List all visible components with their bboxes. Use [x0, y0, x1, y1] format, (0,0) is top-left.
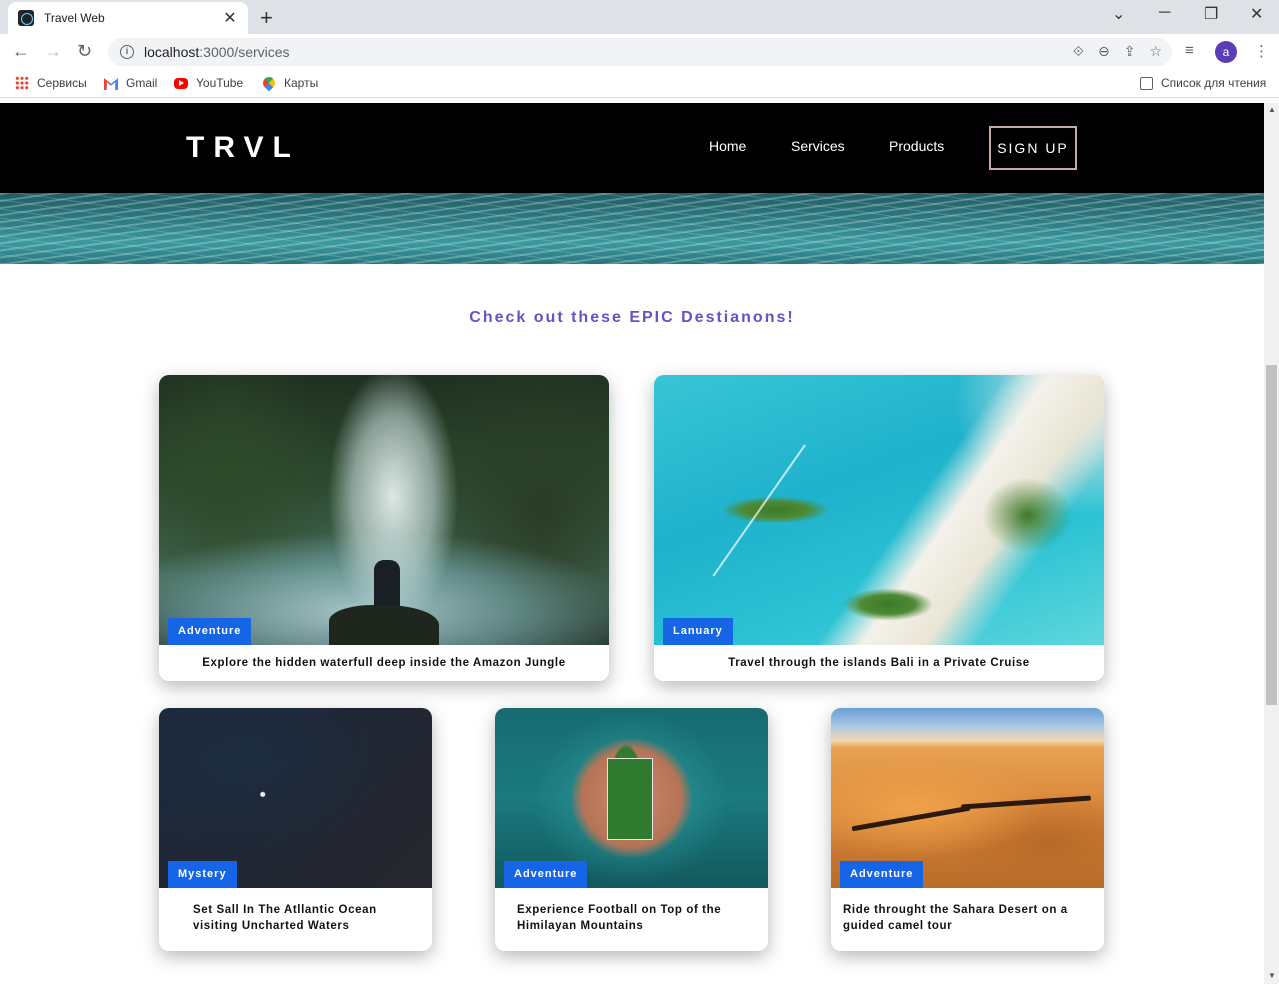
back-icon[interactable]: ← [12, 41, 30, 62]
close-icon[interactable]: ✕ [222, 8, 238, 28]
camel-caravan [851, 805, 971, 832]
rock-outcrop [329, 605, 439, 645]
card-description: Explore the hidden waterfull deep inside… [202, 657, 566, 669]
menu-icon[interactable]: ⋮ [1254, 42, 1269, 60]
card-description: Experience Football on Top of the Himila… [517, 904, 722, 932]
boat-wake [712, 444, 806, 577]
gmail-icon [104, 78, 118, 90]
page-scrollbar[interactable]: ▲ ▼ [1264, 103, 1279, 984]
info-icon[interactable]: i [120, 45, 134, 59]
card-category-tag: Lanuary [663, 618, 733, 645]
card-amazon-waterfall[interactable]: Adventure Explore the hidden waterfull d… [159, 375, 609, 681]
card-description: Ride throught the Sahara Desert on a gui… [843, 904, 1068, 932]
maps-icon [260, 74, 278, 92]
reading-list[interactable]: Список для чтения [1140, 76, 1266, 90]
nav-link-services[interactable]: Services [791, 138, 845, 154]
browser-tabbar: Travel Web ✕ + ⌄ ─ ❐ ✕ [0, 0, 1279, 34]
tab-search-icon[interactable]: ⌄ [1112, 4, 1125, 24]
bookmark-label: YouTube [196, 76, 244, 90]
site-logo[interactable]: TRVL [186, 131, 300, 165]
card-bali-islands[interactable]: Lanuary Travel through the islands Bali … [654, 375, 1104, 681]
card-category-tag: Mystery [168, 861, 237, 888]
section-heading: Check out these EPIC Destianons! [469, 309, 795, 326]
waterfall-image [159, 375, 609, 645]
star-icon[interactable]: ☆ [1149, 43, 1162, 60]
browser-toolbar: ← → ↻ i localhost:3000/services ⟐ ⊖ ⇪ ☆ … [0, 34, 1279, 70]
url-host: localhost [144, 44, 200, 60]
card-category-tag: Adventure [504, 861, 588, 888]
avatar[interactable]: a [1215, 41, 1237, 63]
hero-ocean-image [0, 193, 1264, 264]
zoom-icon[interactable]: ⊖ [1098, 43, 1110, 60]
minimize-icon[interactable]: ─ [1159, 4, 1170, 22]
share-icon[interactable]: ⇪ [1124, 43, 1136, 60]
bookmark-apps[interactable]: Сервисы [15, 76, 87, 90]
address-bar[interactable]: i localhost:3000/services ⟐ ⊖ ⇪ ☆ [108, 38, 1172, 66]
bookmark-gmail[interactable]: Gmail [104, 76, 157, 90]
url-path: :3000/services [199, 44, 290, 60]
reading-list-label: Список для чтения [1161, 76, 1267, 90]
card-himalayan-football[interactable]: Adventure Experience Football on Top of … [495, 708, 768, 951]
tab-title: Travel Web [44, 11, 105, 25]
new-tab-icon[interactable]: + [260, 5, 273, 31]
bookmark-label: Gmail [126, 76, 158, 90]
bookmark-label: Карты [284, 76, 319, 90]
card-description: Set Sall In The Atllantic Ocean visiting… [193, 904, 377, 932]
card-atlantic-ocean[interactable]: Mystery Set Sall In The Atllantic Ocean … [159, 708, 432, 951]
scroll-up-icon[interactable]: ▲ [1268, 105, 1276, 114]
youtube-icon [174, 77, 188, 89]
signup-button[interactable]: SIGN UP [989, 126, 1077, 170]
reading-list-icon [1140, 76, 1153, 90]
hiker-figure [374, 560, 400, 610]
card-category-tag: Adventure [168, 618, 252, 645]
scrollbar-thumb[interactable] [1266, 365, 1277, 705]
media-icon[interactable]: ≡ [1185, 42, 1194, 59]
restore-icon[interactable]: ❐ [1204, 4, 1218, 24]
window-close-icon[interactable]: ✕ [1250, 4, 1263, 24]
forward-icon[interactable]: → [44, 41, 62, 62]
site-navbar: TRVL Home Services Products SIGN UP [0, 103, 1264, 193]
page-viewport: TRVL Home Services Products SIGN UP Chec… [0, 103, 1264, 984]
reload-icon[interactable]: ↻ [77, 41, 92, 62]
card-description: Travel through the islands Bali in a Pri… [728, 657, 1030, 669]
browser-tab[interactable]: Travel Web ✕ [8, 2, 248, 34]
bali-islands-image [654, 375, 1104, 645]
football-field [607, 758, 653, 840]
bookmarks-bar: Сервисы Gmail YouTube Карты Список для ч… [0, 70, 1279, 98]
apps-icon [15, 76, 29, 90]
react-icon [18, 10, 34, 26]
camel-caravan [960, 795, 1092, 810]
nav-link-home[interactable]: Home [709, 138, 746, 154]
card-sahara-desert[interactable]: Adventure Ride throught the Sahara Deser… [831, 708, 1104, 951]
scroll-down-icon[interactable]: ▼ [1268, 971, 1276, 980]
bookmark-maps[interactable]: Карты [260, 74, 319, 92]
nav-link-products[interactable]: Products [889, 138, 944, 154]
bookmark-label: Сервисы [37, 76, 87, 90]
translate-icon[interactable]: ⟐ [1073, 43, 1084, 60]
card-category-tag: Adventure [840, 861, 924, 888]
bookmark-youtube[interactable]: YouTube [174, 76, 243, 90]
